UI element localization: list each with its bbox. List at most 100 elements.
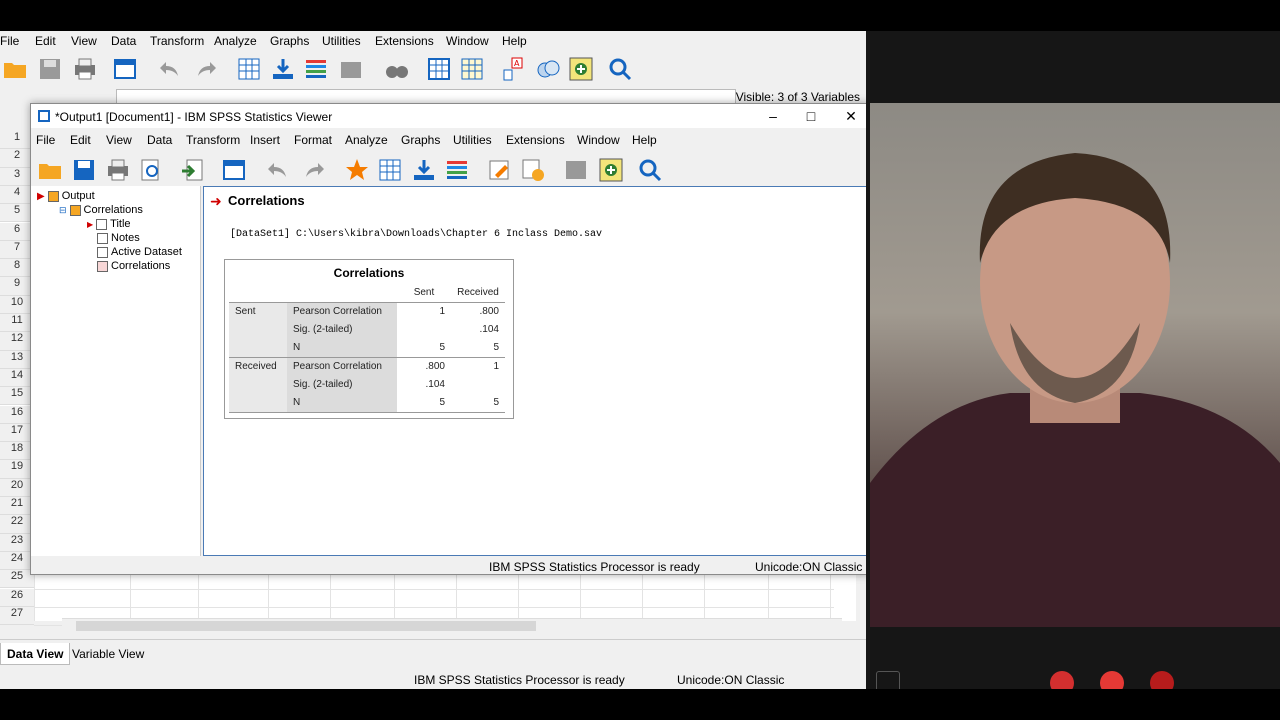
menu-view[interactable]: View xyxy=(71,34,97,48)
outline-node-notes[interactable]: Notes xyxy=(97,232,140,244)
outline-node-correlations[interactable]: ⊟ Correlations xyxy=(59,204,143,216)
menu-edit[interactable]: Edit xyxy=(70,133,91,147)
row-number[interactable]: 12 xyxy=(0,332,34,351)
close-button[interactable]: ✕ xyxy=(831,104,871,128)
scrollbar-thumb[interactable] xyxy=(76,621,536,631)
export-icon[interactable] xyxy=(179,157,205,183)
extension-hub-icon[interactable] xyxy=(598,157,624,183)
tab-data-view[interactable]: Data View xyxy=(0,643,71,665)
use-sets-icon[interactable] xyxy=(535,56,561,82)
redo-icon[interactable] xyxy=(194,56,220,82)
search-icon[interactable] xyxy=(637,157,663,183)
menu-help[interactable]: Help xyxy=(632,133,657,147)
row-number[interactable]: 24 xyxy=(0,551,34,571)
row-number[interactable]: 14 xyxy=(0,368,34,388)
menu-view[interactable]: View xyxy=(106,133,132,147)
goto-variable-icon[interactable] xyxy=(270,56,296,82)
row-number[interactable]: 23 xyxy=(0,533,34,552)
row-number[interactable]: 7 xyxy=(0,240,34,260)
row-number[interactable]: 11 xyxy=(0,314,34,333)
row-number[interactable]: 20 xyxy=(0,478,34,497)
horizontal-scrollbar[interactable] xyxy=(62,618,842,632)
row-number[interactable]: 3 xyxy=(0,167,34,186)
insert-output-icon[interactable] xyxy=(520,157,546,183)
row-number[interactable]: 21 xyxy=(0,497,34,516)
outline-node-active-dataset[interactable]: Active Dataset xyxy=(97,246,182,258)
designate-window-icon[interactable] xyxy=(563,157,589,183)
row-number[interactable]: 27 xyxy=(0,606,34,626)
insert-variable-icon[interactable] xyxy=(459,56,485,82)
menu-transform[interactable]: Transform xyxy=(186,133,240,147)
print-preview-icon[interactable] xyxy=(138,157,164,183)
menu-window[interactable]: Window xyxy=(577,133,620,147)
menu-window[interactable]: Window xyxy=(446,34,489,48)
row-number[interactable]: 26 xyxy=(0,588,34,607)
menu-transform[interactable]: Transform xyxy=(150,34,204,48)
goto-case-icon[interactable] xyxy=(377,157,403,183)
menu-utilities[interactable]: Utilities xyxy=(453,133,492,147)
goto-variable-icon[interactable] xyxy=(411,157,437,183)
menu-extensions[interactable]: Extensions xyxy=(375,34,434,48)
menu-data[interactable]: Data xyxy=(111,34,136,48)
open-folder-icon[interactable] xyxy=(2,56,28,82)
row-number[interactable]: 15 xyxy=(0,387,34,406)
value-labels-icon[interactable]: A xyxy=(500,56,526,82)
variables-icon[interactable] xyxy=(444,157,470,183)
undo-icon[interactable] xyxy=(156,56,182,82)
goto-case-icon[interactable] xyxy=(236,56,262,82)
redo-icon[interactable] xyxy=(302,157,328,183)
search-icon[interactable] xyxy=(607,56,633,82)
find-binoculars-icon[interactable] xyxy=(384,56,410,82)
pause-icon[interactable] xyxy=(1050,671,1074,689)
save-icon[interactable] xyxy=(71,157,97,183)
menu-help[interactable]: Help xyxy=(502,34,527,48)
row-number[interactable]: 22 xyxy=(0,515,34,534)
menu-data[interactable]: Data xyxy=(147,133,172,147)
record-icon[interactable] xyxy=(1100,671,1124,689)
menu-graphs[interactable]: Graphs xyxy=(270,34,309,48)
correlations-pivot-table[interactable]: Correlations Sent Received Sent Pearson … xyxy=(224,259,514,419)
menu-insert[interactable]: Insert xyxy=(250,133,280,147)
row-number[interactable]: 9 xyxy=(0,277,34,296)
open-folder-icon[interactable] xyxy=(37,157,63,183)
menu-analyze[interactable]: Analyze xyxy=(214,34,257,48)
print-icon[interactable] xyxy=(105,157,131,183)
row-number[interactable]: 6 xyxy=(0,222,34,241)
print-icon[interactable] xyxy=(72,56,98,82)
dialog-recall-icon[interactable] xyxy=(112,56,138,82)
row-number[interactable]: 4 xyxy=(0,185,34,205)
extension-hub-icon[interactable] xyxy=(568,56,594,82)
row-number[interactable]: 8 xyxy=(0,259,34,278)
layout-icon[interactable] xyxy=(876,671,900,689)
row-number[interactable]: 10 xyxy=(0,295,34,314)
menu-utilities[interactable]: Utilities xyxy=(322,34,361,48)
menu-analyze[interactable]: Analyze xyxy=(345,133,388,147)
maximize-button[interactable]: □ xyxy=(791,104,831,128)
outline-node-correlations-table[interactable]: Correlations xyxy=(97,260,170,272)
row-number[interactable]: 5 xyxy=(0,204,34,223)
row-number[interactable]: 19 xyxy=(0,460,34,479)
row-number[interactable]: 17 xyxy=(0,423,34,443)
goto-data-star-icon[interactable] xyxy=(344,157,370,183)
row-number[interactable]: 16 xyxy=(0,405,34,424)
save-icon[interactable] xyxy=(37,56,63,82)
camera-icon[interactable] xyxy=(1150,671,1174,689)
row-number[interactable]: 1 xyxy=(0,131,34,150)
row-number[interactable]: 13 xyxy=(0,350,34,369)
dialog-recall-icon[interactable] xyxy=(221,157,247,183)
menu-edit[interactable]: Edit xyxy=(35,34,56,48)
menu-file[interactable]: File xyxy=(0,34,19,48)
tab-variable-view[interactable]: Variable View xyxy=(66,643,150,665)
menu-format[interactable]: Format xyxy=(294,133,332,147)
menu-graphs[interactable]: Graphs xyxy=(401,133,440,147)
undo-icon[interactable] xyxy=(264,157,290,183)
menu-extensions[interactable]: Extensions xyxy=(506,133,565,147)
viewer-titlebar[interactable]: *Output1 [Document1] - IBM SPSS Statisti… xyxy=(31,104,869,128)
variables-icon[interactable] xyxy=(303,56,329,82)
menu-file[interactable]: File xyxy=(36,133,55,147)
row-number[interactable]: 18 xyxy=(0,442,34,461)
minimize-button[interactable]: – xyxy=(753,104,793,128)
row-number[interactable]: 2 xyxy=(0,149,34,168)
outline-node-output[interactable]: ▶ Output xyxy=(37,190,95,202)
row-number[interactable]: 25 xyxy=(0,570,34,589)
